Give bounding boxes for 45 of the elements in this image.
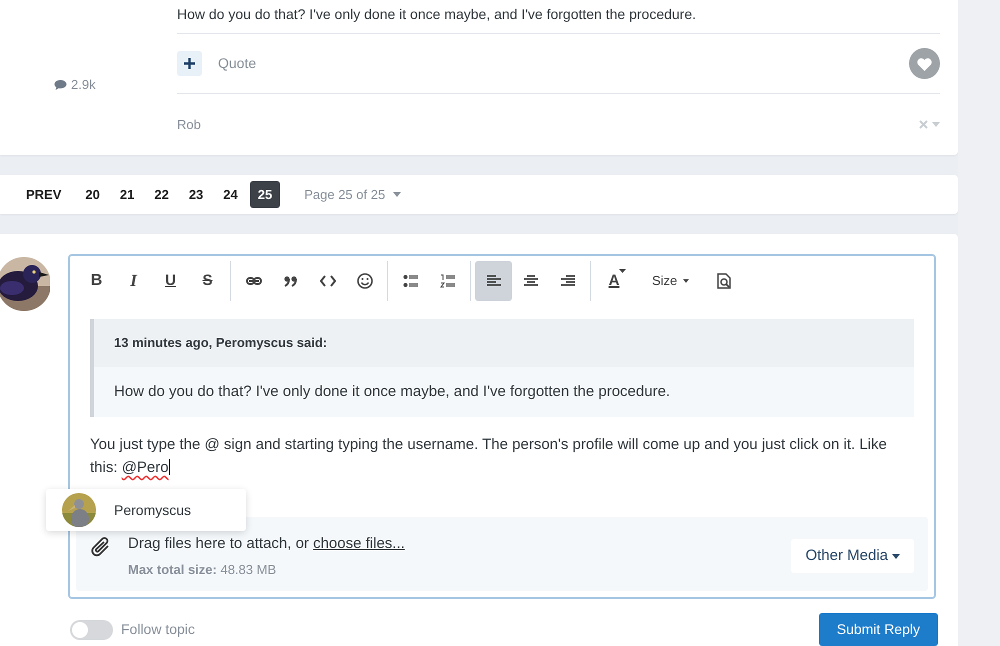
attach-instruction: Drag files here to attach, or choose files...	[128, 535, 405, 552]
size-limit-text: Max total size: 48.83 MB	[128, 560, 278, 578]
page-button[interactable]: 25	[250, 180, 280, 208]
page-button[interactable]: 22	[146, 180, 177, 208]
attachment-area[interactable]: Drag files here to attach, or choose files... Max total size: 48.83 MB Other Media	[76, 517, 928, 591]
caret-icon	[393, 192, 402, 197]
reply-text: You just type the @ sign and starting typing the username. The person's profile will come up and you just click on it. Like this: @Pero	[90, 435, 888, 478]
page-button[interactable]: 21	[112, 180, 142, 208]
underline-button[interactable]: U	[152, 261, 189, 301]
user-name: Peromyscus	[114, 500, 192, 520]
quote-text: How do you do that? I've only done it once maybe, and I've forgotten the procedure.	[94, 366, 914, 417]
caret-icon	[619, 269, 626, 273]
follow-label: Follow topic	[121, 620, 195, 639]
page-button[interactable]: 20	[77, 180, 108, 208]
page-button[interactable]: 24	[215, 180, 246, 208]
follow-toggle[interactable]	[70, 620, 113, 640]
preview-icon	[716, 273, 732, 289]
strike-button[interactable]: S	[189, 261, 226, 301]
italic-button[interactable]: I	[115, 261, 152, 301]
caret-icon	[683, 279, 690, 283]
speech-bubble-icon	[54, 78, 67, 90]
align-left-button[interactable]	[475, 261, 512, 301]
bold-button[interactable]: B	[78, 261, 115, 301]
prev-button[interactable]: PREV	[18, 180, 70, 208]
add-button[interactable]	[177, 51, 202, 76]
quote-header: 13 minutes ago, Peromyscus said:	[94, 319, 914, 366]
bullet-list-icon	[402, 273, 418, 289]
align-left-icon	[486, 273, 502, 289]
font-size-dropdown[interactable]: Size	[646, 261, 696, 301]
plus-icon	[184, 58, 195, 69]
comment-count: 2.9k	[71, 76, 96, 94]
numbered-list-icon	[440, 273, 456, 289]
caret-icon	[892, 554, 900, 558]
choose-files-link[interactable]: choose files...	[313, 535, 405, 552]
page-button[interactable]: 23	[180, 180, 212, 208]
code-icon	[320, 273, 336, 289]
align-center-icon	[522, 273, 538, 289]
text-color-button[interactable]: A	[599, 261, 636, 301]
emoji-icon	[356, 273, 372, 289]
align-right-icon	[560, 273, 576, 289]
mention-popup[interactable]: Peromyscus	[46, 489, 246, 531]
post-text: How do you do that? I've only done it once maybe, and I've forgotten the procedure.	[177, 5, 698, 24]
submit-reply-button[interactable]: Submit Reply	[818, 613, 938, 646]
other-media-button[interactable]: Other Media	[791, 538, 914, 574]
signature-text: Rob	[177, 116, 201, 134]
